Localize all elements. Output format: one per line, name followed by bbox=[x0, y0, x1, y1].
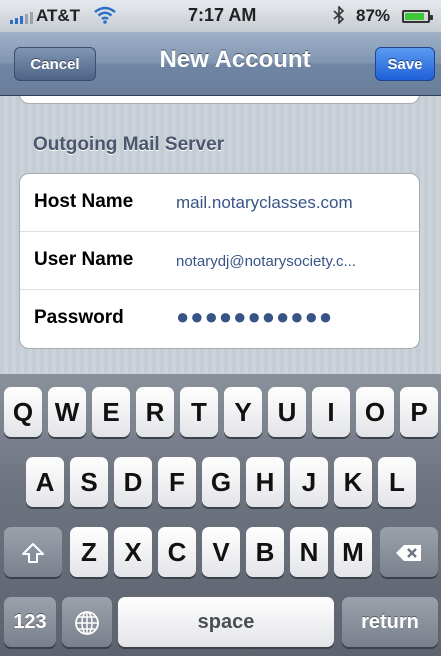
host-name-label: Host Name bbox=[34, 191, 134, 212]
outgoing-server-group: Host Name mail.notaryclasses.com User Na… bbox=[19, 173, 420, 349]
battery-icon bbox=[402, 10, 433, 23]
settings-form[interactable]: Outgoing Mail Server Host Name mail.nota… bbox=[0, 96, 441, 374]
wifi-icon bbox=[94, 6, 116, 29]
key-q[interactable]: Q bbox=[4, 387, 42, 437]
key-g[interactable]: G bbox=[202, 457, 240, 507]
key-l[interactable]: L bbox=[378, 457, 416, 507]
password-field[interactable]: ●●●●●●●●●●● bbox=[176, 304, 408, 330]
save-button[interactable]: Save bbox=[375, 47, 435, 81]
key-z[interactable]: Z bbox=[70, 527, 108, 577]
section-header: Outgoing Mail Server bbox=[33, 134, 225, 155]
host-name-field[interactable]: mail.notaryclasses.com bbox=[176, 193, 408, 213]
key-u[interactable]: U bbox=[268, 387, 306, 437]
globe-key[interactable] bbox=[62, 597, 112, 647]
key-i[interactable]: I bbox=[312, 387, 350, 437]
key-b[interactable]: B bbox=[246, 527, 284, 577]
key-y[interactable]: Y bbox=[224, 387, 262, 437]
key-c[interactable]: C bbox=[158, 527, 196, 577]
signal-icon bbox=[10, 12, 33, 24]
key-f[interactable]: F bbox=[158, 457, 196, 507]
previous-section-group bbox=[19, 96, 420, 104]
key-t[interactable]: T bbox=[180, 387, 218, 437]
user-name-field[interactable]: notarydj@notarysociety.c... bbox=[176, 253, 408, 270]
space-key[interactable]: space bbox=[118, 597, 334, 647]
key-v[interactable]: V bbox=[202, 527, 240, 577]
user-name-label: User Name bbox=[34, 249, 134, 270]
key-e[interactable]: E bbox=[92, 387, 130, 437]
status-time: 7:17 AM bbox=[188, 5, 257, 25]
password-label: Password bbox=[34, 307, 124, 328]
user-name-row[interactable]: User Name notarydj@notarysociety.c... bbox=[20, 232, 419, 290]
key-j[interactable]: J bbox=[290, 457, 328, 507]
key-r[interactable]: R bbox=[136, 387, 174, 437]
bluetooth-icon bbox=[333, 5, 345, 29]
key-d[interactable]: D bbox=[114, 457, 152, 507]
key-s[interactable]: S bbox=[70, 457, 108, 507]
key-p[interactable]: P bbox=[400, 387, 438, 437]
shift-icon bbox=[21, 541, 45, 563]
key-h[interactable]: H bbox=[246, 457, 284, 507]
shift-key[interactable] bbox=[4, 527, 62, 577]
host-name-row[interactable]: Host Name mail.notaryclasses.com bbox=[20, 174, 419, 232]
key-n[interactable]: N bbox=[290, 527, 328, 577]
key-x[interactable]: X bbox=[114, 527, 152, 577]
key-a[interactable]: A bbox=[26, 457, 64, 507]
return-key[interactable]: return bbox=[342, 597, 438, 647]
screen: AT&T 7:17 AM 87% Cancel New Account Save bbox=[0, 0, 441, 656]
keyboard: Q W E R T Y U I O P A S D F G H J K L Z … bbox=[0, 374, 441, 656]
password-row[interactable]: Password ●●●●●●●●●●● bbox=[20, 290, 419, 348]
cancel-button[interactable]: Cancel bbox=[14, 47, 96, 81]
status-bar: AT&T 7:17 AM 87% bbox=[0, 0, 441, 32]
delete-icon bbox=[395, 541, 423, 563]
delete-key[interactable] bbox=[380, 527, 438, 577]
key-w[interactable]: W bbox=[48, 387, 86, 437]
key-k[interactable]: K bbox=[334, 457, 372, 507]
key-o[interactable]: O bbox=[356, 387, 394, 437]
battery-level bbox=[405, 13, 424, 20]
globe-icon bbox=[74, 610, 100, 635]
key-m[interactable]: M bbox=[334, 527, 372, 577]
navigation-bar: Cancel New Account Save bbox=[0, 32, 441, 96]
carrier-name: AT&T bbox=[36, 6, 81, 25]
page-title: New Account bbox=[159, 46, 311, 73]
numbers-key[interactable]: 123 bbox=[4, 597, 56, 647]
battery-percent: 87% bbox=[356, 6, 391, 25]
